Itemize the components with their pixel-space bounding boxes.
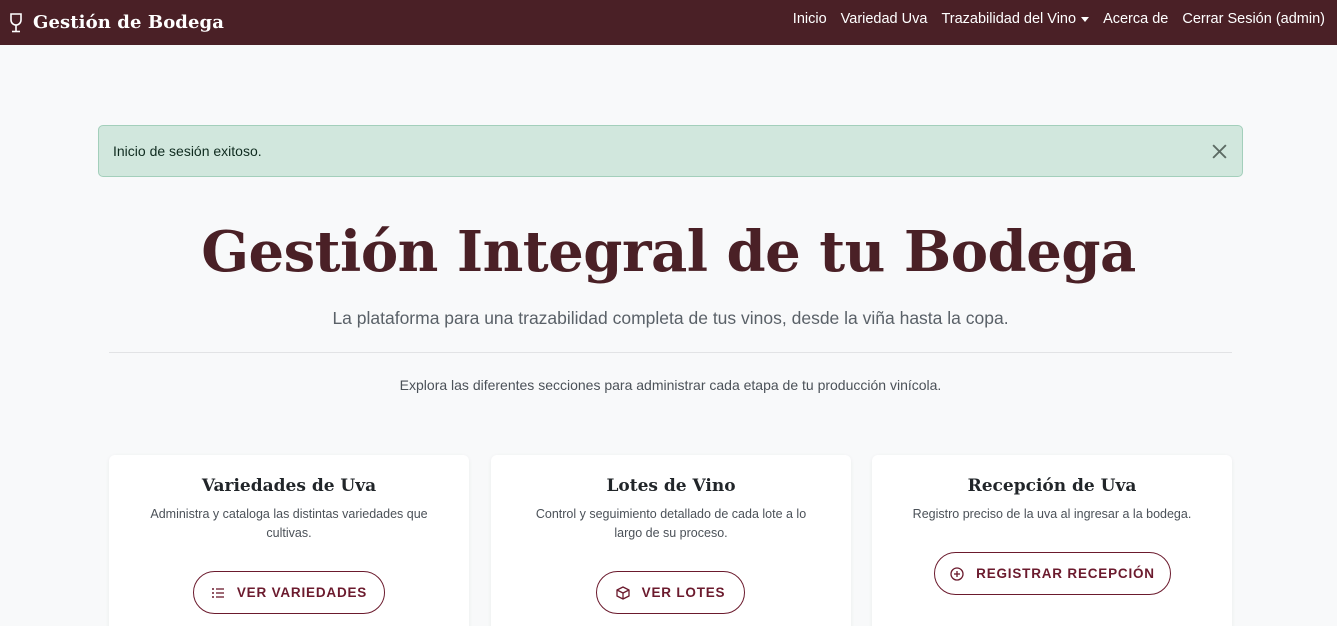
- page-subtitle: La plataforma para una trazabilidad comp…: [332, 308, 1009, 328]
- box-icon: [615, 585, 630, 600]
- card-title: Recepción de Uva: [967, 476, 1137, 496]
- card-lotes: Lotes de Vino Control y seguimiento deta…: [491, 455, 851, 626]
- nav-link-trazabilidad-label: Trazabilidad del Vino: [941, 11, 1077, 27]
- wine-glass-icon: [10, 12, 22, 32]
- card-description: Registro preciso de la uva al ingresar a…: [912, 507, 1192, 521]
- nav-link-inicio[interactable]: Inicio: [793, 11, 827, 27]
- nav-links: Inicio Variedad Uva Trazabilidad del Vin…: [779, 0, 1325, 38]
- page-title: Gestión Integral de tu Bodega: [201, 219, 1136, 285]
- card-description: Control y seguimiento detallado de cada …: [535, 507, 807, 540]
- nav-link-logout[interactable]: Cerrar Sesión (admin): [1182, 11, 1325, 27]
- plus-circle-icon: [950, 566, 964, 581]
- ver-lotes-button[interactable]: VER LOTES: [596, 571, 745, 614]
- ver-variedades-button[interactable]: VER VARIEDADES: [193, 571, 385, 614]
- card-title: Variedades de Uva: [201, 476, 377, 496]
- success-alert: Inicio de sesión exitoso.: [98, 125, 1243, 177]
- alert-message: Inicio de sesión exitoso.: [113, 143, 262, 159]
- button-label: VER LOTES: [641, 585, 726, 600]
- caret-down-icon: [1081, 16, 1090, 22]
- nav-link-variedad-uva[interactable]: Variedad Uva: [841, 11, 928, 27]
- card-title: Lotes de Vino: [606, 476, 736, 496]
- nav-link-trazabilidad[interactable]: Trazabilidad del Vino: [941, 11, 1090, 27]
- card-recepcion: Recepción de Uva Registro preciso de la …: [872, 455, 1232, 626]
- explore-text: Explora las diferentes secciones para ad…: [399, 377, 942, 393]
- brand-text: Gestión de Bodega: [33, 12, 224, 33]
- button-label: REGISTRAR RECEPCIÓN: [976, 566, 1155, 581]
- list-icon: [211, 587, 224, 598]
- registrar-recepcion-button[interactable]: REGISTRAR RECEPCIÓN: [934, 552, 1171, 595]
- navbar-brand[interactable]: Gestión de Bodega: [9, 0, 224, 45]
- navbar: Gestión de Bodega Inicio Variedad Uva Tr…: [0, 0, 1337, 45]
- card-variedades: Variedades de Uva Administra y cataloga …: [109, 455, 469, 626]
- divider: [109, 352, 1232, 353]
- close-icon[interactable]: [1211, 143, 1228, 160]
- card-description: Administra y cataloga las distintas vari…: [150, 507, 428, 540]
- button-label: VER VARIEDADES: [236, 585, 368, 600]
- nav-link-acerca-de[interactable]: Acerca de: [1103, 11, 1168, 27]
